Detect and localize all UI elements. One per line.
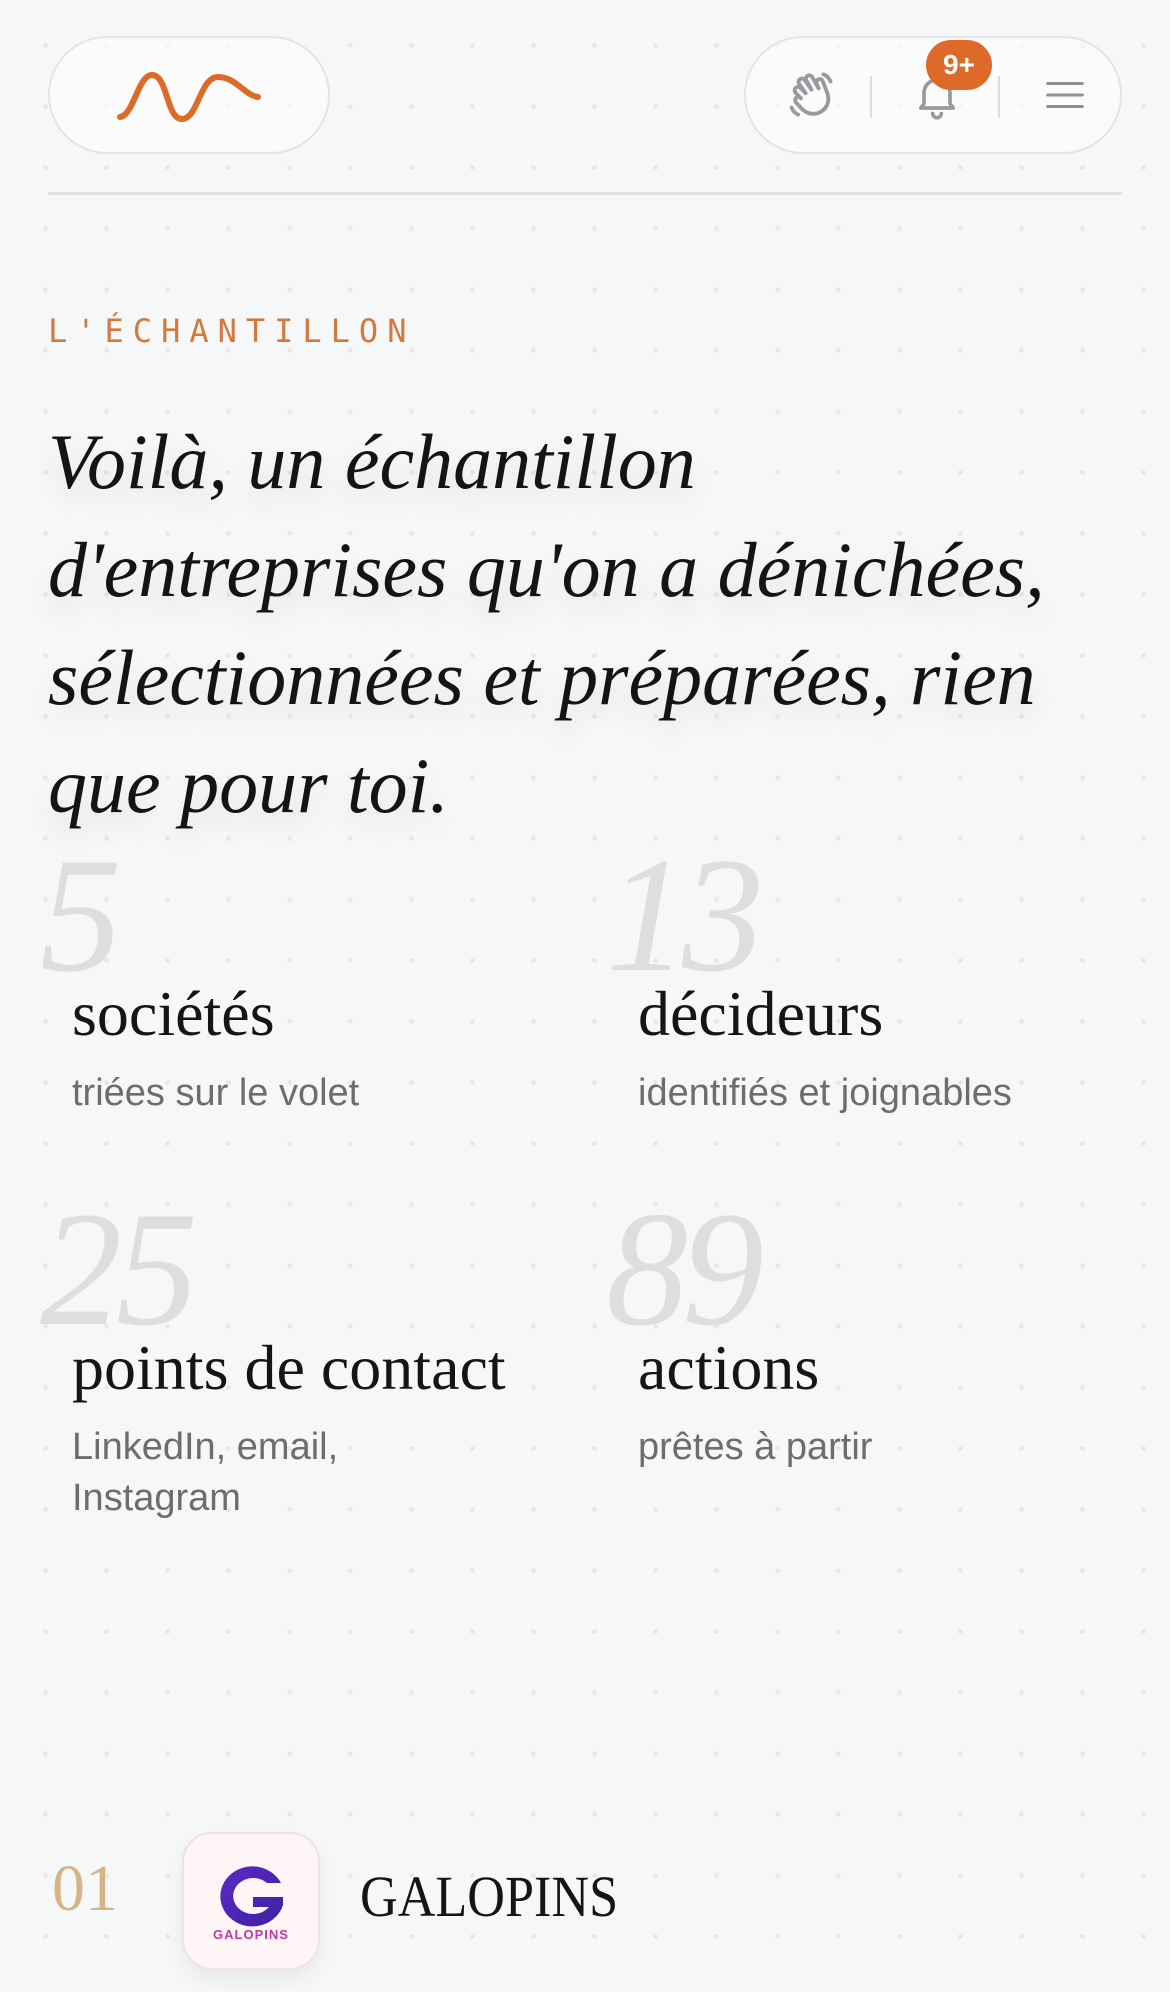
- stat-label: points de contact: [72, 1332, 506, 1403]
- stat-contact-points: 25 points de contact LinkedIn, email, In…: [40, 1188, 568, 1520]
- stat-value: 13: [606, 825, 764, 1006]
- wave-button[interactable]: [756, 38, 866, 152]
- stat-label: actions: [638, 1332, 820, 1403]
- stat-description: prêtes à partir: [638, 1426, 873, 1468]
- stat-decision-makers: 13 décideurs identifiés et joignables: [606, 834, 1134, 1164]
- wave-logo-icon: [117, 72, 261, 122]
- waving-hand-icon: [789, 72, 833, 117]
- stat-description: LinkedIn, email, Instagram: [72, 1426, 339, 1519]
- menu-button[interactable]: [1010, 38, 1120, 152]
- divider: [998, 76, 1000, 118]
- stat-value: 89: [606, 1179, 764, 1360]
- home-logo-button[interactable]: [48, 36, 330, 154]
- stat-value: 5: [40, 825, 122, 1006]
- stat-label: sociétés: [72, 978, 275, 1049]
- intro-headline: Voilà, un échantillon d'entreprises qu'o…: [48, 418, 1045, 829]
- stat-description: triées sur le volet: [72, 1072, 360, 1114]
- company-row[interactable]: 01 GALOPINS GALOPINS: [48, 1826, 1122, 1976]
- divider: [870, 76, 872, 118]
- stat-companies: 5 sociétés triées sur le volet: [40, 834, 568, 1164]
- stat-actions: 89 actions prêtes à partir: [606, 1188, 1134, 1518]
- section-eyebrow: L'ÉCHANTILLON: [48, 312, 416, 350]
- company-index: 01: [52, 1852, 118, 1925]
- company-logo: GALOPINS: [182, 1832, 320, 1970]
- stat-value: 25: [40, 1179, 198, 1360]
- company-logo-text: GALOPINS: [213, 1926, 289, 1942]
- header-divider: [48, 192, 1122, 195]
- notifications-badge: 9+: [926, 40, 992, 90]
- company-name: GALOPINS: [360, 1864, 619, 1929]
- galopins-g-icon: [220, 1865, 283, 1926]
- hamburger-menu-icon: [1046, 81, 1084, 109]
- stat-description: identifiés et joignables: [638, 1072, 1012, 1114]
- stat-label: décideurs: [638, 978, 884, 1049]
- header-actions: 9+: [744, 36, 1122, 154]
